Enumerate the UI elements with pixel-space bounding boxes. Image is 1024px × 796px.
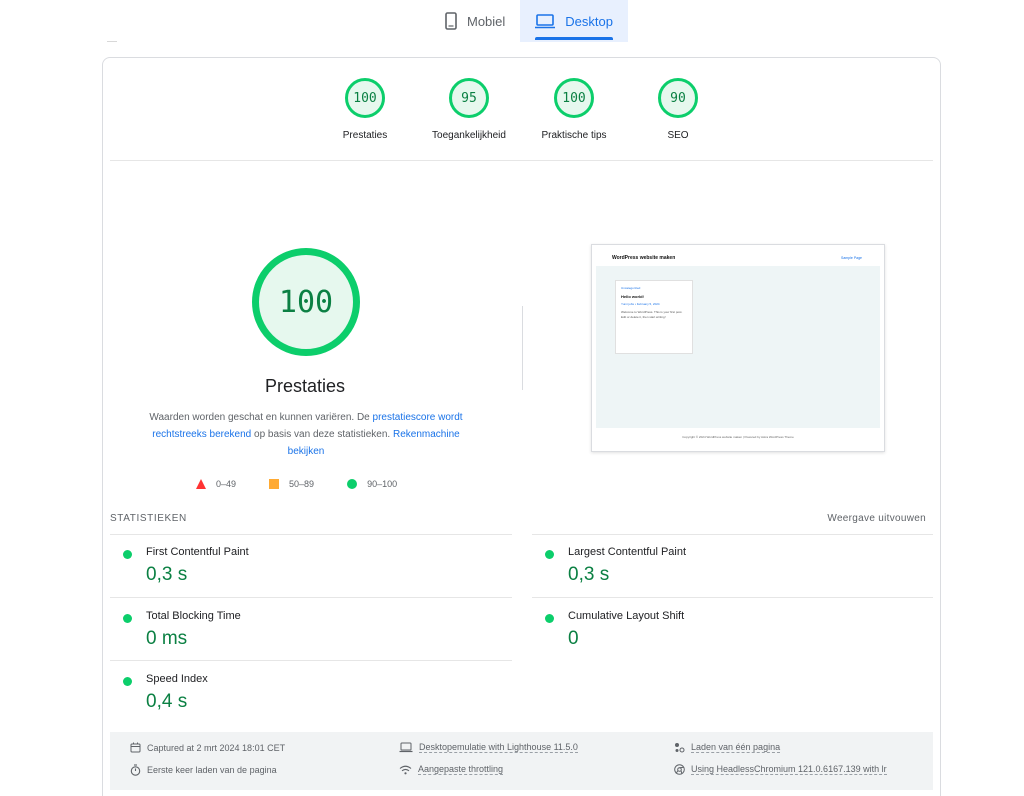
- divider: [110, 160, 933, 161]
- divider: [522, 306, 523, 390]
- smartphone-icon: [445, 12, 457, 30]
- pass-circle-icon: [545, 614, 554, 623]
- metric-name: Speed Index: [146, 673, 208, 685]
- gauge-label: SEO: [667, 130, 689, 141]
- pass-circle-icon: [545, 550, 554, 559]
- wifi-icon: [399, 765, 412, 775]
- expand-view-toggle[interactable]: Weergave uitvouwen: [827, 513, 926, 524]
- metric-cumulative-layout-shift: Cumulative Layout Shift 0: [532, 599, 912, 659]
- divider: [110, 597, 512, 598]
- pass-circle-icon: [123, 677, 132, 686]
- tab-desktop-label: Desktop: [565, 13, 613, 29]
- thumb-post-meta: Yumi jobs • February 5, 2024: [621, 302, 660, 306]
- legend-pass: 90–100: [347, 479, 397, 489]
- runtime-emulation-text: Desktopemulatie with Lighthouse 11.5.0: [419, 742, 578, 753]
- thumb-post: Uncategorized Hello world! Yumi jobs • F…: [615, 280, 693, 354]
- gauge-performance[interactable]: 100 Prestaties: [315, 78, 415, 141]
- metric-name: Total Blocking Time: [146, 610, 241, 622]
- timer-icon: [130, 764, 141, 776]
- runtime-settings: Captured at 2 mrt 2024 18:01 CET Desktop…: [110, 732, 933, 790]
- summary-gauges: 100 Prestaties 95 Toegankelijkheid 100 P…: [330, 78, 710, 148]
- chrome-icon: [674, 764, 685, 775]
- runtime-initial-load: Eerste keer laden van de pagina: [130, 764, 277, 776]
- metric-name: Largest Contentful Paint: [568, 546, 687, 558]
- runtime-throttling-text: Aangepaste throttling: [418, 764, 504, 775]
- divider: [532, 597, 933, 598]
- desc-text: Waarden worden geschat en kunnen variëre…: [149, 412, 373, 423]
- metric-total-blocking-time: Total Blocking Time 0 ms: [110, 599, 490, 659]
- device-tabs: Mobiel Desktop: [430, 0, 628, 42]
- legend-fail: 0–49: [196, 479, 236, 489]
- legend-pass-label: 90–100: [367, 479, 398, 489]
- score-legend: 0–49 50–89 90–100: [196, 479, 430, 489]
- legend-fail-label: 0–49: [216, 479, 237, 489]
- metric-value: 0,4 s: [146, 691, 188, 712]
- thumb-post-title: Hello world!: [621, 294, 644, 299]
- square-icon: [269, 479, 280, 489]
- gauge-seo[interactable]: 90 SEO: [628, 78, 728, 141]
- runtime-page-load[interactable]: Laden van één pagina: [674, 742, 781, 753]
- gauge-label: Prestaties: [342, 130, 388, 141]
- runtime-captured: Captured at 2 mrt 2024 18:01 CET: [130, 742, 285, 753]
- pass-circle-icon: [123, 614, 132, 623]
- gauge-accessibility[interactable]: 95 Toegankelijkheid: [419, 78, 519, 141]
- metric-value: 0: [568, 628, 579, 649]
- runtime-emulation[interactable]: Desktopemulatie with Lighthouse 11.5.0: [399, 742, 578, 753]
- runtime-initial-load-text: Eerste keer laden van de pagina: [147, 765, 277, 775]
- runtime-captured-text: Captured at 2 mrt 2024 18:01 CET: [147, 742, 286, 753]
- desc-text: op basis van deze statistieken.: [251, 429, 393, 440]
- gauge-label: Toegankelijkheid: [432, 130, 506, 141]
- metric-first-contentful-paint: First Contentful Paint 0,3 s: [110, 535, 490, 595]
- performance-score-gauge: 100: [252, 248, 360, 356]
- calendar-icon: [130, 742, 141, 753]
- metric-value: 0,3 s: [568, 564, 610, 585]
- divider: [107, 41, 117, 42]
- gauge-score: 100: [554, 78, 594, 118]
- thumb-nav-link: Sample Page: [840, 256, 862, 260]
- tab-desktop[interactable]: Desktop: [520, 0, 628, 42]
- legend-average: 50–89: [269, 479, 314, 489]
- thumb-footer: Copyright © 2024 WordPress website maken…: [682, 435, 794, 439]
- metric-value: 0 ms: [146, 628, 188, 649]
- metric-name: First Contentful Paint: [146, 546, 249, 558]
- runtime-throttling[interactable]: Aangepaste throttling: [399, 764, 504, 775]
- gauge-score: 90: [658, 78, 698, 118]
- runtime-page-load-text: Laden van één pagina: [691, 742, 781, 753]
- divider: [110, 660, 512, 661]
- performance-description: Waarden worden geschat en kunnen variëre…: [135, 409, 477, 460]
- metric-speed-index: Speed Index 0,4 s: [110, 662, 490, 722]
- gauge-score: 100: [345, 78, 385, 118]
- laptop-icon: [399, 742, 413, 753]
- runtime-browser[interactable]: Using HeadlessChromium 121.0.6167.139 wi…: [674, 764, 887, 775]
- thumb-content: Uncategorized Hello world! Yumi jobs • F…: [596, 266, 880, 428]
- triangle-icon: [196, 479, 206, 489]
- pass-circle-icon: [123, 550, 132, 559]
- final-screenshot[interactable]: WordPress website maken Sample Page Unca…: [591, 244, 885, 452]
- thumb-category: Uncategorized: [621, 286, 641, 290]
- thumb-site-title: WordPress website maken: [612, 255, 676, 261]
- metric-name: Cumulative Layout Shift: [568, 610, 685, 622]
- runtime-browser-text: Using HeadlessChromium 121.0.6167.139 wi…: [691, 764, 887, 775]
- metric-value: 0,3 s: [146, 564, 188, 585]
- thumb-post-text: Welcome to WordPress. This is your first…: [621, 310, 683, 319]
- circle-icon: [347, 479, 358, 489]
- gauge-label: Praktische tips: [541, 130, 607, 141]
- nodes-icon: [674, 742, 685, 753]
- tab-mobile[interactable]: Mobiel: [430, 0, 520, 42]
- tab-mobile-label: Mobiel: [467, 13, 506, 29]
- performance-title: Prestaties: [264, 376, 346, 396]
- metric-largest-contentful-paint: Largest Contentful Paint 0,3 s: [532, 535, 912, 595]
- statistics-heading: STATISTIEKEN: [110, 513, 187, 524]
- gauge-best-practices[interactable]: 100 Praktische tips: [524, 78, 624, 141]
- legend-average-label: 50–89: [289, 479, 315, 489]
- gauge-score: 95: [449, 78, 489, 118]
- laptop-icon: [535, 13, 556, 29]
